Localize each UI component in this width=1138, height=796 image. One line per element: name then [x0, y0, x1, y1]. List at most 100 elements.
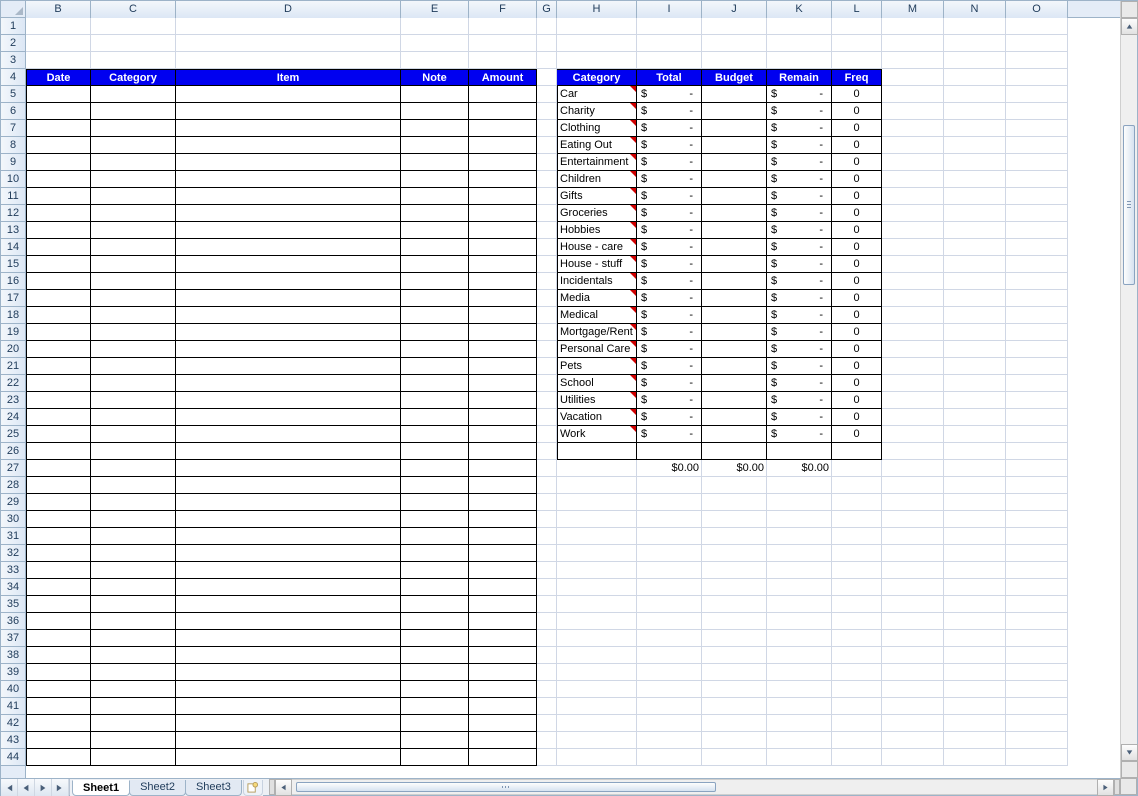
cell-J39[interactable] [702, 664, 767, 681]
cell-M25[interactable] [882, 426, 944, 443]
cell-F17[interactable] [469, 290, 537, 307]
cell-K39[interactable] [767, 664, 832, 681]
cell-E17[interactable] [401, 290, 469, 307]
cell-J13[interactable] [702, 222, 767, 239]
cell-F33[interactable] [469, 562, 537, 579]
row-header-36[interactable]: 36 [1, 613, 25, 630]
cell-B17[interactable] [26, 290, 91, 307]
cell-C10[interactable] [91, 171, 176, 188]
cell-C43[interactable] [91, 732, 176, 749]
cell-E26[interactable] [401, 443, 469, 460]
cell-G41[interactable] [537, 698, 557, 715]
cell-J42[interactable] [702, 715, 767, 732]
cell-K11[interactable]: $- [767, 188, 832, 205]
cell-K28[interactable] [767, 477, 832, 494]
cell-D8[interactable] [176, 137, 401, 154]
cell-L4[interactable]: Freq [832, 69, 882, 86]
cell-J12[interactable] [702, 205, 767, 222]
cell-O44[interactable] [1006, 749, 1068, 766]
row-header-9[interactable]: 9 [1, 154, 25, 171]
cell-O41[interactable] [1006, 698, 1068, 715]
cell-B36[interactable] [26, 613, 91, 630]
cell-H38[interactable] [557, 647, 637, 664]
cell-I42[interactable] [637, 715, 702, 732]
cell-B27[interactable] [26, 460, 91, 477]
cell-H5[interactable]: Car [557, 86, 637, 103]
cell-C6[interactable] [91, 103, 176, 120]
cell-H2[interactable] [557, 35, 637, 52]
cell-O15[interactable] [1006, 256, 1068, 273]
cell-C26[interactable] [91, 443, 176, 460]
cell-F6[interactable] [469, 103, 537, 120]
cell-E10[interactable] [401, 171, 469, 188]
cell-C13[interactable] [91, 222, 176, 239]
cell-B29[interactable] [26, 494, 91, 511]
cell-M9[interactable] [882, 154, 944, 171]
cell-B15[interactable] [26, 256, 91, 273]
cell-G18[interactable] [537, 307, 557, 324]
cell-G40[interactable] [537, 681, 557, 698]
cell-O24[interactable] [1006, 409, 1068, 426]
cell-K42[interactable] [767, 715, 832, 732]
cell-H15[interactable]: House - stuff [557, 256, 637, 273]
cell-N1[interactable] [944, 18, 1006, 35]
cell-F37[interactable] [469, 630, 537, 647]
cell-D28[interactable] [176, 477, 401, 494]
cell-K14[interactable]: $- [767, 239, 832, 256]
cell-E37[interactable] [401, 630, 469, 647]
cell-E15[interactable] [401, 256, 469, 273]
row-header-28[interactable]: 28 [1, 477, 25, 494]
cell-J21[interactable] [702, 358, 767, 375]
cell-I40[interactable] [637, 681, 702, 698]
cell-M36[interactable] [882, 613, 944, 630]
cell-E32[interactable] [401, 545, 469, 562]
cell-O2[interactable] [1006, 35, 1068, 52]
row-header-5[interactable]: 5 [1, 86, 25, 103]
cell-M6[interactable] [882, 103, 944, 120]
cell-C18[interactable] [91, 307, 176, 324]
cell-J32[interactable] [702, 545, 767, 562]
row-header-37[interactable]: 37 [1, 630, 25, 647]
cell-K31[interactable] [767, 528, 832, 545]
cell-J17[interactable] [702, 290, 767, 307]
cell-K15[interactable]: $- [767, 256, 832, 273]
cell-O22[interactable] [1006, 375, 1068, 392]
cell-I27[interactable]: $0.00 [637, 460, 702, 477]
cell-J2[interactable] [702, 35, 767, 52]
cell-H25[interactable]: Work [557, 426, 637, 443]
cell-K44[interactable] [767, 749, 832, 766]
cell-C8[interactable] [91, 137, 176, 154]
cell-E25[interactable] [401, 426, 469, 443]
column-header-O[interactable]: O [1006, 1, 1068, 18]
cell-B26[interactable] [26, 443, 91, 460]
cell-K27[interactable]: $0.00 [767, 460, 832, 477]
cell-H17[interactable]: Media [557, 290, 637, 307]
cell-D16[interactable] [176, 273, 401, 290]
cell-C4[interactable]: Category [91, 69, 176, 86]
cell-F30[interactable] [469, 511, 537, 528]
cell-B22[interactable] [26, 375, 91, 392]
cell-L16[interactable]: 0 [832, 273, 882, 290]
row-header-7[interactable]: 7 [1, 120, 25, 137]
cell-K38[interactable] [767, 647, 832, 664]
cell-C36[interactable] [91, 613, 176, 630]
cell-O3[interactable] [1006, 52, 1068, 69]
cell-E20[interactable] [401, 341, 469, 358]
cell-O16[interactable] [1006, 273, 1068, 290]
cell-I35[interactable] [637, 596, 702, 613]
cell-G19[interactable] [537, 324, 557, 341]
cell-M14[interactable] [882, 239, 944, 256]
cell-I39[interactable] [637, 664, 702, 681]
cell-E16[interactable] [401, 273, 469, 290]
cell-K4[interactable]: Remain [767, 69, 832, 86]
cell-C44[interactable] [91, 749, 176, 766]
cell-J1[interactable] [702, 18, 767, 35]
cell-H10[interactable]: Children [557, 171, 637, 188]
cell-O42[interactable] [1006, 715, 1068, 732]
cell-L38[interactable] [832, 647, 882, 664]
cell-C27[interactable] [91, 460, 176, 477]
cell-E18[interactable] [401, 307, 469, 324]
cell-J22[interactable] [702, 375, 767, 392]
cell-G3[interactable] [537, 52, 557, 69]
cell-L37[interactable] [832, 630, 882, 647]
